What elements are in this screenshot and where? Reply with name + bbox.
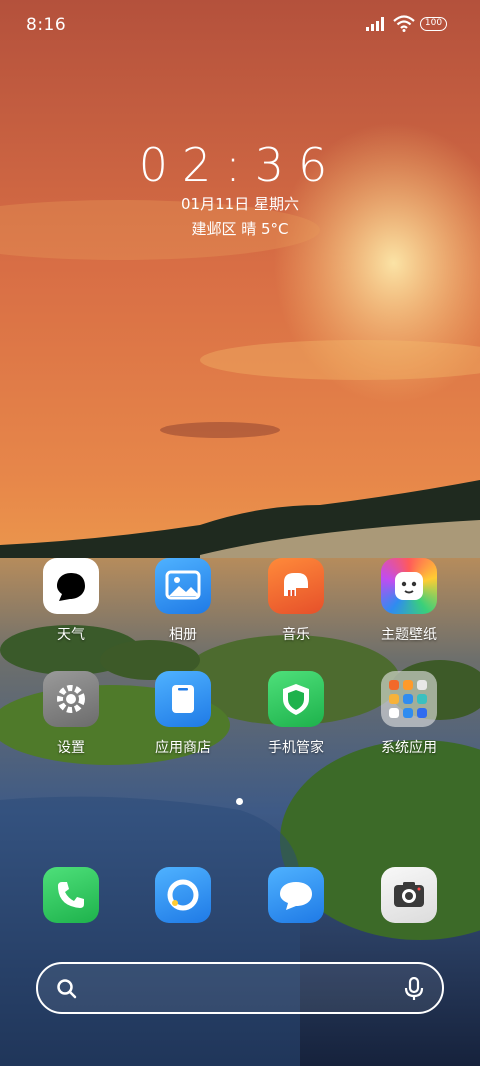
battery-icon: 100 [420,17,447,31]
app-label: 天气 [57,627,85,643]
app-label: 相册 [169,627,197,643]
battery-level: 100 [424,18,443,28]
clock-widget-time[interactable]: 02:36 [0,138,480,192]
app-label: 系统应用 [381,740,437,756]
app-store[interactable]: 应用商店 [128,671,238,757]
clock-widget-weather[interactable]: 建邺区 晴 5°C [0,218,480,239]
folder-icon [381,671,437,727]
app-settings[interactable]: 设置 [16,671,126,757]
camera-icon [381,867,437,923]
app-security[interactable]: 手机管家 [241,671,351,757]
dock-browser[interactable] [128,867,238,923]
status-time: 8:16 [26,15,67,35]
app-label: 手机管家 [268,740,324,756]
phone-icon [43,867,99,923]
app-label: 应用商店 [155,740,211,756]
app-label: 设置 [57,740,85,756]
app-music[interactable]: 音乐 [241,558,351,644]
app-store-icon [155,671,211,727]
dock-messages[interactable] [241,867,351,923]
app-folder-system[interactable]: 系统应用 [354,671,464,757]
dock-phone[interactable] [16,867,126,923]
app-themes[interactable]: 主题壁纸 [354,558,464,644]
themes-icon [381,558,437,614]
page-indicator-dot [236,798,243,805]
app-label: 主题壁纸 [381,627,437,643]
messages-icon [268,867,324,923]
security-icon [268,671,324,727]
music-icon [268,558,324,614]
settings-icon [43,671,99,727]
app-gallery[interactable]: 相册 [128,558,238,644]
clock-widget-date: 01月11日 星期六 [181,195,299,213]
browser-icon [155,867,211,923]
wifi-icon [393,15,415,32]
app-label: 音乐 [282,627,310,643]
microphone-icon[interactable] [404,977,424,1001]
gallery-icon [155,558,211,614]
app-weather[interactable]: 天气 [16,558,126,644]
weather-icon [43,558,99,614]
status-bar: 8:16 100 [0,0,480,50]
search-bar[interactable] [36,962,444,1014]
cellular-signal-icon [366,17,384,31]
search-input[interactable] [90,974,384,1004]
dock-camera[interactable] [354,867,464,923]
search-icon [57,979,77,999]
